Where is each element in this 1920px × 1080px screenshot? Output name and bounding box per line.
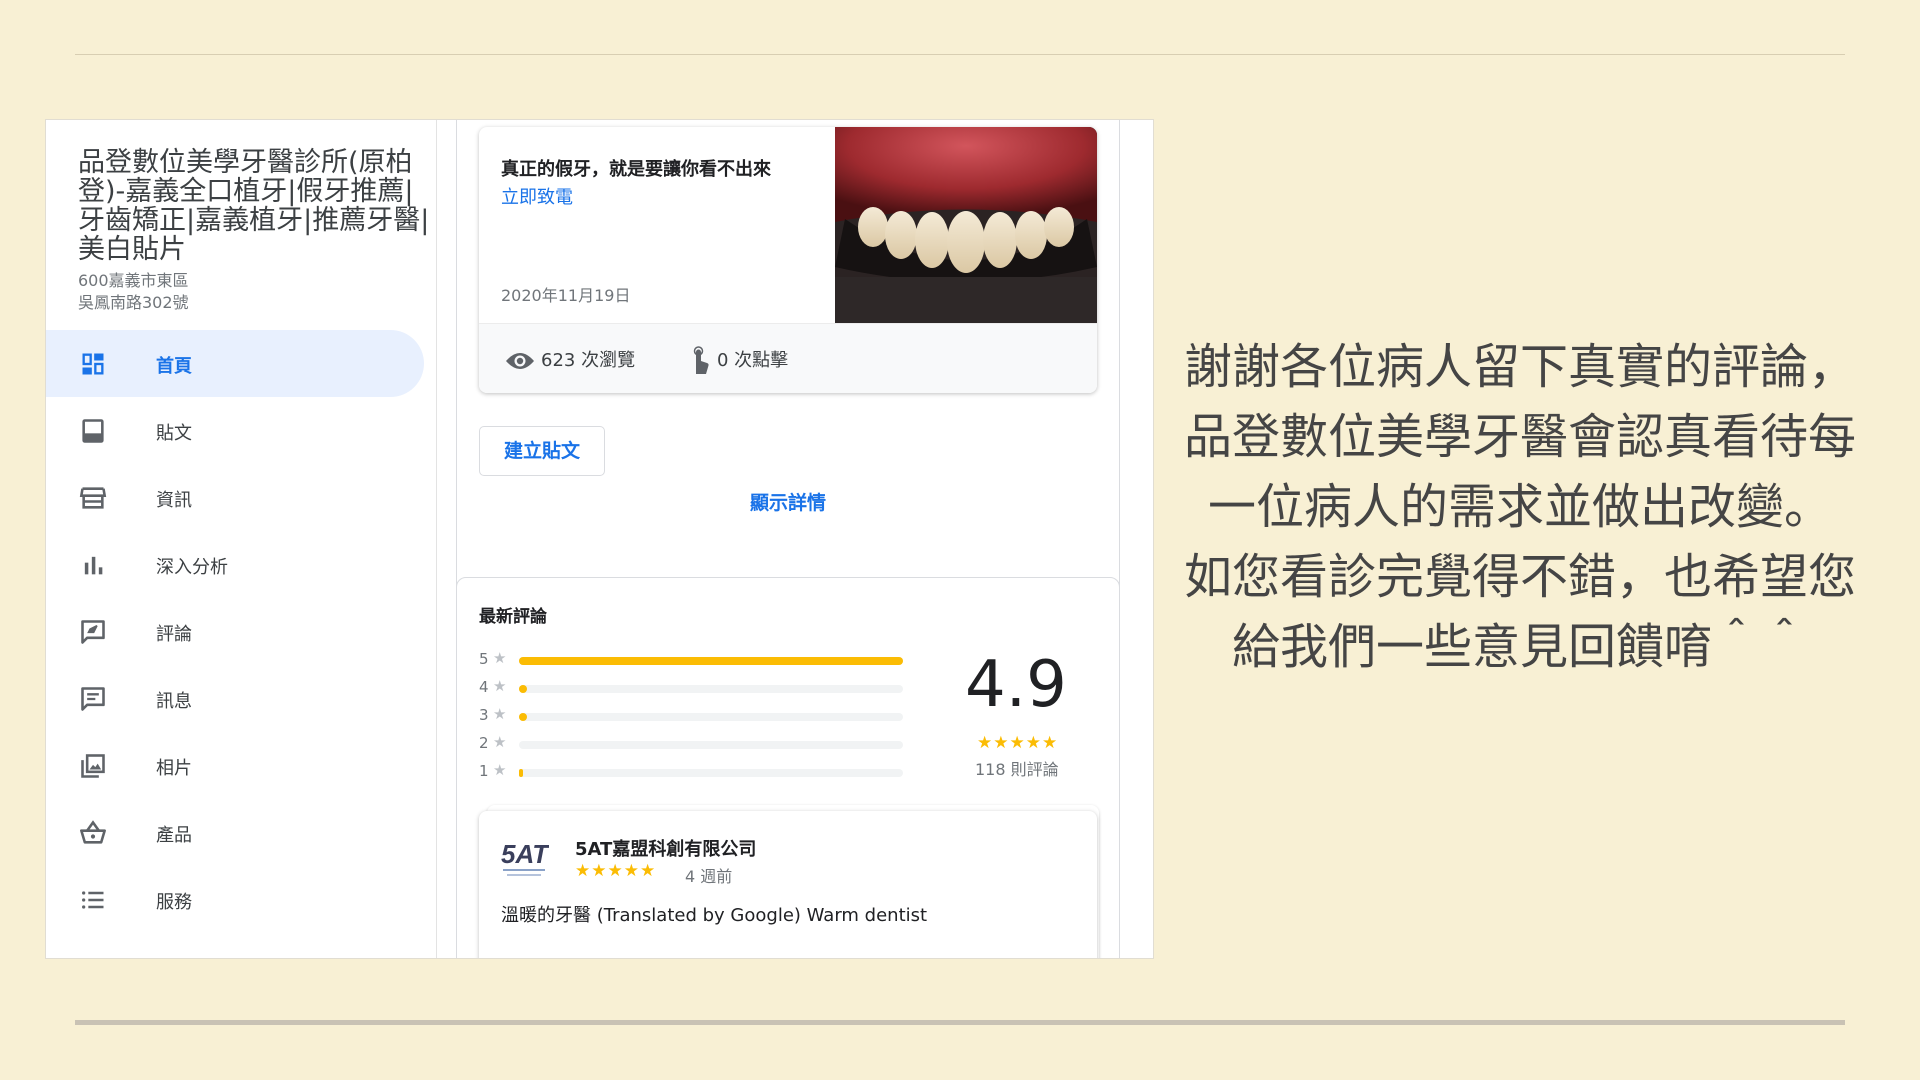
bar-fill	[519, 769, 523, 777]
bar-label: 1	[479, 762, 489, 780]
business-name: 品登數位美學牙醫診所(原柏登)-嘉義全口植牙|假牙推薦|牙齒矯正|嘉義植牙|推薦…	[78, 147, 430, 265]
bar-fill	[519, 685, 527, 693]
bar-track	[519, 769, 903, 777]
thank-you-message: 謝謝各位病人留下真實的評論， 品登數位美學牙醫會認真看待每 一位病人的需求並做出…	[1160, 332, 1880, 682]
views-stat: 623 次瀏覽	[505, 346, 635, 372]
bar-label: 3	[479, 706, 489, 724]
basket-icon	[80, 820, 106, 844]
rating-bar-2: 2 ★	[479, 733, 903, 756]
call-now-link[interactable]: 立即致電	[501, 183, 573, 209]
post-text: 真正的假牙，就是要讓你看不出來	[501, 159, 771, 180]
list-icon	[82, 891, 104, 909]
message-line: 謝謝各位病人留下真實的評論，	[1183, 339, 1856, 395]
sidebar-item-label: 訊息	[156, 691, 192, 712]
post-stats: 623 次瀏覽 0 次點擊	[479, 323, 1097, 393]
bar-track	[519, 741, 903, 749]
sidebar-item-photos[interactable]: 相片	[46, 732, 436, 799]
review-count[interactable]: 118 則評論	[975, 756, 1059, 780]
sidebar-item-label: 資訊	[156, 490, 192, 511]
rating-bar-1: 1 ★	[479, 761, 903, 784]
posts-icon	[82, 419, 104, 443]
address-line-2: 吳鳳南路302號	[78, 293, 189, 312]
reviews-section: 最新評論 5 ★ 4 ★ 3 ★ 2 ★ 1 ★ 4.9 ★★★★★ 118 則…	[456, 577, 1120, 958]
message-icon	[81, 687, 105, 711]
sidebar-item-label: 評論	[156, 624, 192, 645]
sidebar-item-insights[interactable]: 深入分析	[46, 531, 436, 598]
sidebar-item-info[interactable]: 資訊	[46, 464, 436, 531]
review-text: 溫暖的牙醫 (Translated by Google) Warm dentis…	[501, 905, 928, 926]
storefront-icon	[79, 487, 107, 509]
sidebar-item-reviews[interactable]: 評論	[46, 598, 436, 665]
post-date: 2020年11月19日	[501, 286, 631, 305]
rating-bar-3: 3 ★	[479, 705, 903, 728]
top-divider	[75, 54, 1845, 55]
bar-track	[519, 685, 903, 693]
sidebar-item-home[interactable]: 首頁	[46, 330, 424, 397]
views-count: 623 次瀏覽	[541, 350, 636, 371]
star-icon: ★	[493, 677, 507, 695]
sidebar-item-label: 貼文	[156, 423, 192, 444]
photos-icon	[81, 754, 105, 778]
bar-label: 5	[479, 650, 489, 668]
sidebar-item-label: 深入分析	[156, 557, 228, 578]
sidebar: 品登數位美學牙醫診所(原柏登)-嘉義全口植牙|假牙推薦|牙齒矯正|嘉義植牙|推薦…	[46, 120, 437, 958]
address-line-1: 600嘉義市東區	[78, 271, 189, 290]
bar-track	[519, 713, 903, 721]
message-line: 如您看診完覺得不錯，也希望您	[1183, 549, 1856, 605]
rating-bar-5: 5 ★	[479, 649, 903, 672]
bar-label: 2	[479, 734, 489, 752]
sidebar-item-messages[interactable]: 訊息	[46, 665, 436, 732]
business-profile-screenshot: 品登數位美學牙醫診所(原柏登)-嘉義全口植牙|假牙推薦|牙齒矯正|嘉義植牙|推薦…	[46, 120, 1153, 958]
review-icon	[81, 620, 105, 644]
reviewer-logo: 5AT	[501, 839, 549, 876]
post-card[interactable]: 真正的假牙，就是要讓你看不出來 立即致電 2020年11月19日 623 次瀏覽…	[479, 127, 1097, 393]
bar-label: 4	[479, 678, 489, 696]
message-line: 一位病人的需求並做出改變。	[1207, 479, 1832, 535]
review-time: 4 週前	[685, 867, 733, 886]
sidebar-item-products[interactable]: 產品	[46, 799, 436, 866]
bar-chart-icon	[84, 556, 103, 575]
logo-text: 5AT	[501, 839, 549, 869]
message-line: 給我們一些意見回饋唷＾＾	[1231, 619, 1808, 675]
business-address: 600嘉義市東區 吳鳳南路302號	[78, 270, 189, 314]
sidebar-item-label: 產品	[156, 825, 192, 846]
create-post-button[interactable]: 建立貼文	[479, 426, 605, 476]
teeth-photo	[835, 127, 1097, 323]
sidebar-item-label: 服務	[156, 892, 192, 913]
dashboard-icon	[82, 353, 104, 375]
sidebar-item-label: 首頁	[156, 356, 192, 377]
clicks-stat: 0 次點擊	[689, 346, 788, 376]
sidebar-nav: 首頁 貼文 資訊 深入分析 評論 訊息 相片 產品 服務	[46, 330, 436, 933]
latest-review: 5AT 5AT嘉盟科創有限公司 ★★★★★ 4 週前 溫暖的牙醫 (Transl…	[479, 805, 1099, 958]
star-icon: ★	[493, 649, 507, 667]
average-rating: 4.9	[965, 648, 1067, 722]
star-icon: ★	[493, 705, 507, 723]
bar-track	[519, 657, 903, 665]
clicks-count: 0 次點擊	[717, 350, 789, 371]
reviewer-name[interactable]: 5AT嘉盟科創有限公司	[575, 835, 756, 861]
rating-stars: ★★★★★	[977, 733, 1059, 753]
sidebar-item-label: 相片	[156, 758, 192, 779]
reviewer-stars: ★★★★★	[575, 861, 657, 881]
sidebar-item-posts[interactable]: 貼文	[46, 397, 436, 464]
message-line: 品登數位美學牙醫會認真看待每	[1183, 409, 1856, 465]
star-icon: ★	[493, 733, 507, 751]
rating-bar-4: 4 ★	[479, 677, 903, 700]
bar-fill	[519, 713, 527, 721]
eye-icon	[506, 353, 534, 369]
reviews-title: 最新評論	[479, 607, 547, 627]
bottom-divider	[75, 1020, 1845, 1025]
sidebar-item-services[interactable]: 服務	[46, 866, 436, 933]
star-icon: ★	[493, 761, 507, 779]
review-card[interactable]: 5AT 5AT嘉盟科創有限公司 ★★★★★ 4 週前 溫暖的牙醫 (Transl…	[479, 811, 1097, 958]
show-details-link[interactable]: 顯示詳情	[457, 488, 1119, 515]
touch-icon	[693, 346, 709, 374]
bar-fill	[519, 657, 903, 665]
